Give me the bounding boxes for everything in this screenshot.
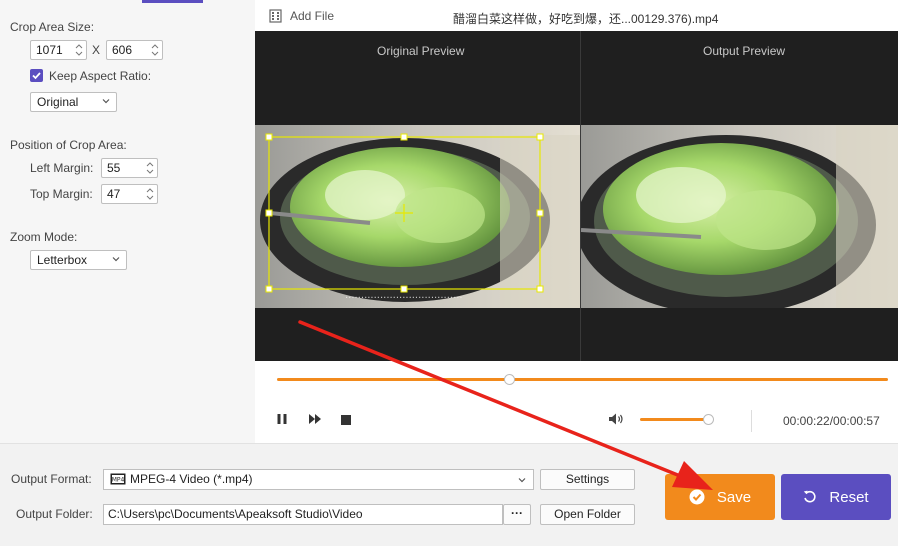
output-format-select[interactable]: MP4 MPEG-4 Video (*.mp4)	[103, 469, 534, 490]
top-margin-spinbox[interactable]: 47	[101, 184, 158, 204]
progress-slider[interactable]	[277, 378, 888, 381]
crop-width-value: 1071	[36, 43, 63, 57]
stop-icon	[341, 415, 351, 425]
volume-slider-handle[interactable]	[703, 414, 715, 425]
chevron-down-icon	[518, 478, 526, 483]
pause-button[interactable]	[276, 413, 288, 428]
settings-button[interactable]: Settings	[540, 469, 635, 490]
output-format-label: Output Format:	[11, 472, 92, 486]
original-preview-title: Original Preview	[377, 44, 465, 58]
output-folder-field[interactable]: C:\Users\pc\Documents\Apeaksoft Studio\V…	[103, 504, 503, 525]
original-video-frame: ·····································	[255, 125, 580, 308]
crop-width-spinbox[interactable]: 1071	[30, 40, 87, 60]
keep-aspect-checkbox[interactable]	[30, 69, 43, 82]
chevron-down-icon	[102, 99, 110, 104]
crop-settings-panel: Crop Area Size: 1071 X 606 Keep Aspect R…	[0, 0, 255, 443]
spin-arrows-icon[interactable]	[75, 43, 83, 57]
keep-aspect-label: Keep Aspect Ratio:	[49, 69, 152, 83]
crop-size-separator: X	[92, 43, 101, 57]
film-icon	[269, 9, 282, 23]
left-margin-value: 55	[107, 161, 121, 175]
aspect-ratio-select[interactable]: Original	[30, 92, 117, 112]
left-margin-spinbox[interactable]: 55	[101, 158, 158, 178]
left-margin-label: Left Margin:	[30, 161, 94, 175]
aspect-ratio-value: Original	[37, 95, 79, 109]
control-divider	[751, 410, 752, 432]
position-label: Position of Crop Area:	[10, 138, 127, 152]
spin-arrows-icon[interactable]	[146, 161, 154, 175]
video-frame-image	[581, 125, 898, 308]
save-label: Save	[716, 488, 752, 506]
browse-folder-button[interactable]: ···	[503, 504, 531, 525]
chevron-down-icon	[112, 257, 120, 262]
fast-forward-button[interactable]	[308, 413, 322, 428]
output-format-value: MPEG-4 Video (*.mp4)	[130, 472, 253, 486]
playback-area: 00:00:22/00:00:57	[255, 361, 898, 443]
crop-rectangle[interactable]	[255, 125, 580, 308]
active-tab-indicator	[142, 0, 203, 3]
add-file-label: Add File	[290, 9, 335, 23]
top-margin-label: Top Margin:	[30, 187, 93, 201]
check-circle-icon	[689, 489, 705, 505]
top-margin-value: 47	[107, 187, 121, 201]
output-preview-title: Output Preview	[703, 44, 786, 58]
zoom-mode-value: Letterbox	[37, 253, 88, 267]
spin-arrows-icon[interactable]	[151, 43, 159, 57]
svg-text:MP4: MP4	[112, 477, 125, 484]
file-name: 醋溜白菜这样做，好吃到爆，还...00129.376).mp4	[453, 12, 719, 26]
output-folder-label: Output Folder:	[16, 507, 93, 521]
zoom-mode-select[interactable]: Letterbox	[30, 250, 127, 270]
speaker-icon	[609, 413, 623, 425]
save-button[interactable]: Save	[665, 474, 775, 520]
reset-label: Reset	[829, 488, 869, 506]
crop-area-size-label: Crop Area Size:	[10, 20, 95, 34]
zoom-mode-label: Zoom Mode:	[10, 230, 78, 244]
crop-height-value: 606	[112, 43, 133, 57]
pause-icon	[277, 414, 287, 424]
add-file-button[interactable]: Add File	[269, 9, 334, 23]
checkmark-icon	[32, 72, 41, 80]
time-display: 00:00:22/00:00:57	[783, 414, 880, 428]
output-bar: Output Format: MP4 MPEG-4 Video (*.mp4) …	[0, 443, 898, 546]
reset-icon	[804, 490, 817, 503]
crop-height-spinbox[interactable]: 606	[106, 40, 163, 60]
spin-arrows-icon[interactable]	[146, 187, 154, 201]
file-bar: Add File 醋溜白菜这样做，好吃到爆，还...00129.376).mp4	[255, 0, 898, 31]
fast-forward-icon	[309, 414, 321, 424]
progress-slider-handle[interactable]	[503, 374, 515, 385]
preview-area: Original Preview Output Preview ········…	[255, 31, 898, 361]
video-format-icon: MP4	[110, 473, 126, 485]
open-folder-button[interactable]: Open Folder	[540, 504, 635, 525]
volume-button[interactable]	[608, 412, 624, 429]
reset-button[interactable]: Reset	[781, 474, 891, 520]
stop-button[interactable]	[341, 414, 351, 428]
output-video-frame	[581, 125, 898, 308]
volume-slider[interactable]	[640, 418, 710, 421]
